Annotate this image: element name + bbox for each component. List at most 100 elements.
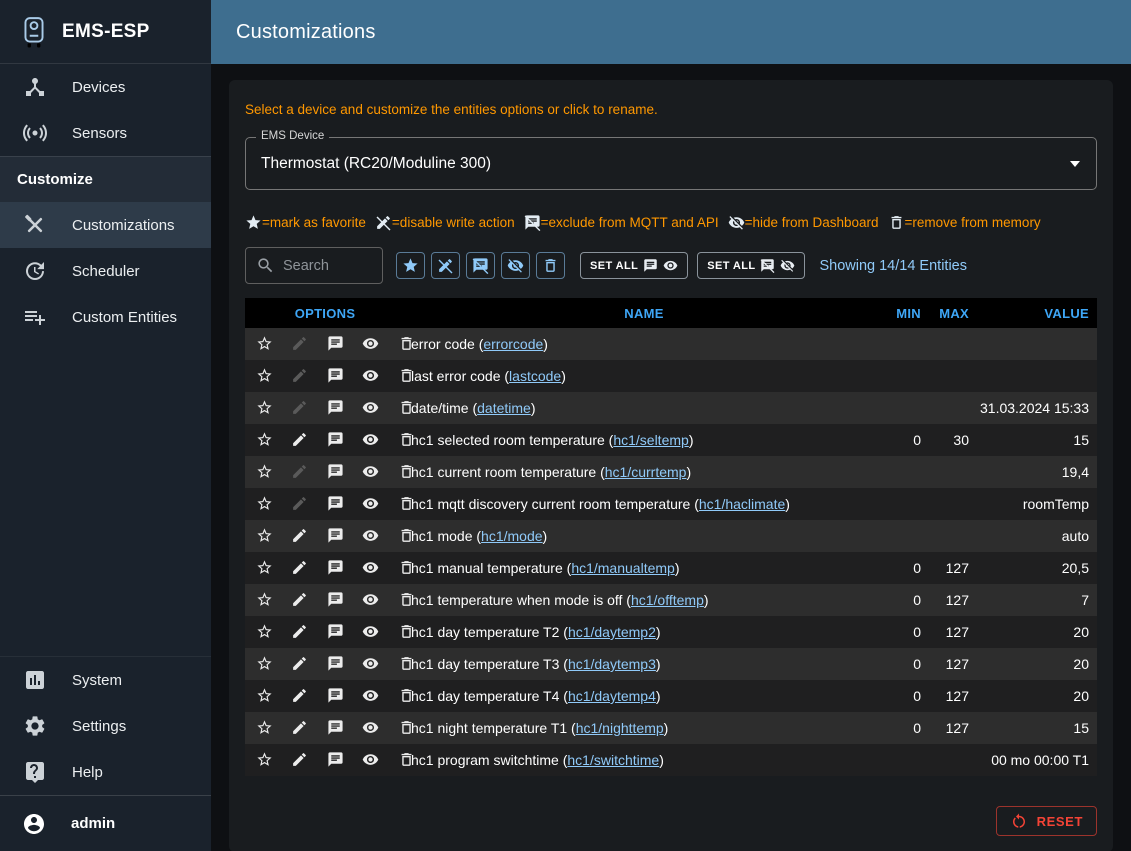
edit-icon-button[interactable]	[284, 687, 315, 704]
entity-link[interactable]: hc1/offtemp	[631, 592, 704, 608]
entity-link[interactable]: lastcode	[509, 368, 561, 384]
mqtt-icon-button[interactable]	[320, 559, 351, 576]
entity-name-cell[interactable]: hc1 mqtt discovery current room temperat…	[405, 488, 883, 520]
entity-name-cell[interactable]: hc1 selected room temperature (hc1/selte…	[405, 424, 883, 456]
entity-link[interactable]: hc1/daytemp2	[568, 624, 656, 640]
filter-disable-write-button[interactable]	[431, 252, 460, 279]
sidebar-item-sensors[interactable]: Sensors	[0, 110, 211, 156]
visibility-icon-button[interactable]	[355, 655, 386, 672]
set-all-visible-button[interactable]: SET ALL	[580, 252, 688, 279]
search-input[interactable]	[283, 258, 369, 274]
edit-icon-button[interactable]	[284, 399, 315, 416]
edit-icon-button[interactable]	[284, 623, 315, 640]
favorite-star-icon-button[interactable]	[249, 655, 280, 672]
edit-icon-button[interactable]	[284, 495, 315, 512]
entity-name-cell[interactable]: error code (errorcode)	[405, 328, 883, 360]
mqtt-icon-button[interactable]	[320, 655, 351, 672]
visibility-icon-button[interactable]	[355, 527, 386, 544]
edit-icon-button[interactable]	[284, 719, 315, 736]
sidebar-item-settings[interactable]: Settings	[0, 703, 211, 749]
visibility-icon-button[interactable]	[355, 335, 386, 352]
entity-link[interactable]: datetime	[477, 400, 531, 416]
visibility-icon-button[interactable]	[355, 559, 386, 576]
favorite-star-icon-button[interactable]	[249, 399, 280, 416]
mqtt-icon-button[interactable]	[320, 495, 351, 512]
sidebar-item-scheduler[interactable]: Scheduler	[0, 248, 211, 294]
mqtt-icon-button[interactable]	[320, 687, 351, 704]
entity-name-cell[interactable]: last error code (lastcode)	[405, 360, 883, 392]
edit-icon-button[interactable]	[284, 463, 315, 480]
visibility-icon-button[interactable]	[355, 399, 386, 416]
entity-link[interactable]: hc1/currtemp	[605, 464, 687, 480]
entity-name-cell[interactable]: hc1 manual temperature (hc1/manualtemp)	[405, 552, 883, 584]
favorite-star-icon-button[interactable]	[249, 751, 280, 768]
edit-icon-button[interactable]	[284, 559, 315, 576]
edit-icon-button[interactable]	[284, 527, 315, 544]
visibility-icon-button[interactable]	[355, 623, 386, 640]
visibility-icon-button[interactable]	[355, 431, 386, 448]
entity-name-cell[interactable]: hc1 program switchtime (hc1/switchtime)	[405, 744, 883, 776]
sidebar-item-devices[interactable]: Devices	[0, 64, 211, 110]
entity-name-cell[interactable]: hc1 day temperature T4 (hc1/daytemp4)	[405, 680, 883, 712]
edit-icon-button[interactable]	[284, 591, 315, 608]
entity-link[interactable]: hc1/manualtemp	[571, 560, 675, 576]
favorite-star-icon-button[interactable]	[249, 495, 280, 512]
filter-favorite-button[interactable]	[396, 252, 425, 279]
visibility-icon-button[interactable]	[355, 367, 386, 384]
entity-link[interactable]: hc1/nighttemp	[576, 720, 664, 736]
edit-icon-button[interactable]	[284, 431, 315, 448]
favorite-star-icon-button[interactable]	[249, 719, 280, 736]
entity-name-cell[interactable]: hc1 day temperature T2 (hc1/daytemp2)	[405, 616, 883, 648]
entity-name-cell[interactable]: date/time (datetime)	[405, 392, 883, 424]
user-menu[interactable]: admin	[0, 795, 211, 851]
ems-device-select[interactable]: EMS Device Thermostat (RC20/Moduline 300…	[245, 137, 1097, 190]
mqtt-icon-button[interactable]	[320, 335, 351, 352]
favorite-star-icon-button[interactable]	[249, 527, 280, 544]
favorite-star-icon-button[interactable]	[249, 463, 280, 480]
visibility-icon-button[interactable]	[355, 495, 386, 512]
entity-link[interactable]: hc1/switchtime	[567, 752, 659, 768]
set-all-hidden-button[interactable]: SET ALL	[697, 252, 805, 279]
filter-hide-button[interactable]	[501, 252, 530, 279]
edit-icon-button[interactable]	[284, 335, 315, 352]
visibility-icon-button[interactable]	[355, 591, 386, 608]
favorite-star-icon-button[interactable]	[249, 623, 280, 640]
favorite-star-icon-button[interactable]	[249, 335, 280, 352]
mqtt-icon-button[interactable]	[320, 591, 351, 608]
mqtt-icon-button[interactable]	[320, 431, 351, 448]
favorite-star-icon-button[interactable]	[249, 559, 280, 576]
edit-icon-button[interactable]	[284, 367, 315, 384]
filter-exclude-mqtt-button[interactable]	[466, 252, 495, 279]
mqtt-icon-button[interactable]	[320, 463, 351, 480]
sidebar-item-customizations[interactable]: Customizations	[0, 202, 211, 248]
mqtt-icon-button[interactable]	[320, 367, 351, 384]
mqtt-icon-button[interactable]	[320, 719, 351, 736]
mqtt-icon-button[interactable]	[320, 623, 351, 640]
favorite-star-icon-button[interactable]	[249, 431, 280, 448]
entity-link[interactable]: hc1/mode	[481, 528, 542, 544]
reset-button[interactable]: RESET	[996, 806, 1097, 836]
entity-name-cell[interactable]: hc1 night temperature T1 (hc1/nighttemp)	[405, 712, 883, 744]
entity-name-cell[interactable]: hc1 temperature when mode is off (hc1/of…	[405, 584, 883, 616]
entity-name-cell[interactable]: hc1 day temperature T3 (hc1/daytemp3)	[405, 648, 883, 680]
entity-name-cell[interactable]: hc1 mode (hc1/mode)	[405, 520, 883, 552]
mqtt-icon-button[interactable]	[320, 399, 351, 416]
visibility-icon-button[interactable]	[355, 687, 386, 704]
sidebar-item-help[interactable]: Help	[0, 749, 211, 795]
edit-icon-button[interactable]	[284, 751, 315, 768]
filter-delete-button[interactable]	[536, 252, 565, 279]
entity-link[interactable]: hc1/daytemp3	[568, 656, 656, 672]
entity-link[interactable]: hc1/daytemp4	[568, 688, 656, 704]
sidebar-item-custom-entities[interactable]: Custom Entities	[0, 294, 211, 340]
entity-link[interactable]: hc1/seltemp	[613, 432, 688, 448]
mqtt-icon-button[interactable]	[320, 527, 351, 544]
visibility-icon-button[interactable]	[355, 751, 386, 768]
favorite-star-icon-button[interactable]	[249, 591, 280, 608]
entity-name-cell[interactable]: hc1 current room temperature (hc1/currte…	[405, 456, 883, 488]
favorite-star-icon-button[interactable]	[249, 367, 280, 384]
entity-link[interactable]: hc1/haclimate	[699, 496, 785, 512]
mqtt-icon-button[interactable]	[320, 751, 351, 768]
search-box[interactable]	[245, 247, 383, 284]
favorite-star-icon-button[interactable]	[249, 687, 280, 704]
entity-link[interactable]: errorcode	[483, 336, 543, 352]
